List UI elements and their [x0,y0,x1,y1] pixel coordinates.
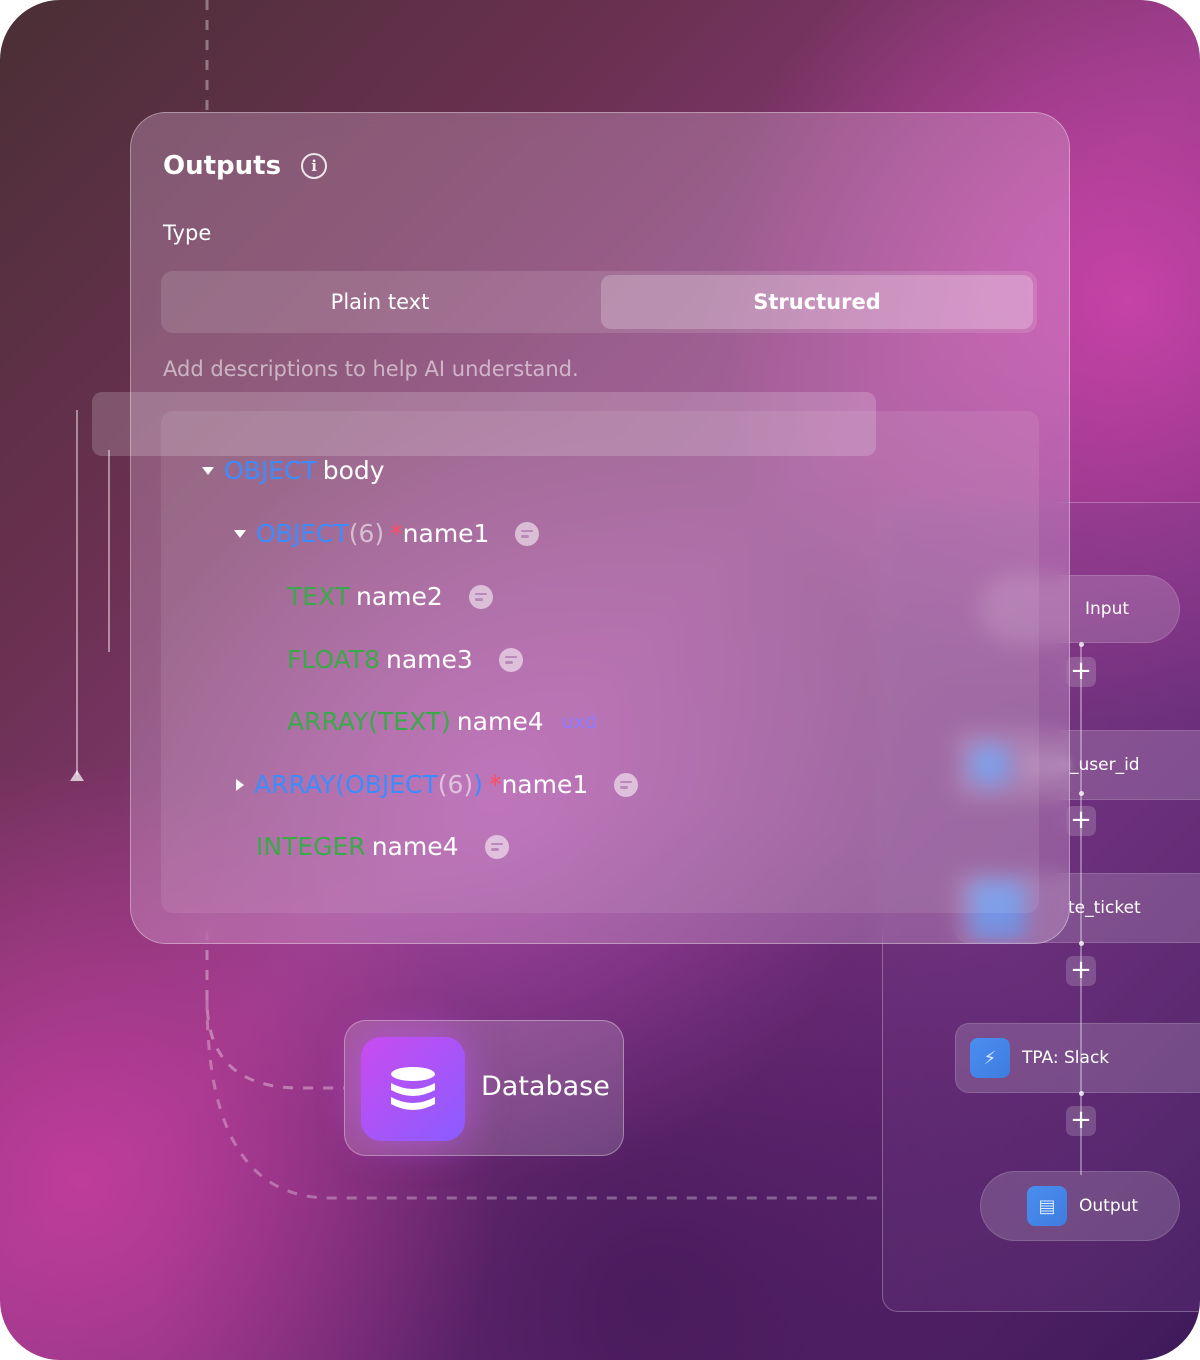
field-type: ARRAY(TEXT) [287,707,451,736]
database-node[interactable]: Database [344,1020,624,1156]
schema-row-name3[interactable]: FLOAT8 name3 [287,645,523,674]
type-option-structured[interactable]: Structured [601,275,1033,329]
tree-guide-line [108,450,110,652]
flow-node-label: _user_id [1070,755,1140,775]
output-icon: ▤ [1027,1186,1067,1226]
connector-dot [1079,1091,1084,1096]
schema-row-body[interactable]: OBJECT body [202,456,385,485]
chevron-down-icon[interactable] [202,466,214,475]
field-type: OBJECT [224,456,317,485]
flow-node-label: Output [1079,1196,1139,1216]
field-type: TEXT [287,582,351,611]
field-description: uxd [561,710,597,733]
arrowhead-icon [70,770,84,781]
field-name: name4 [371,832,459,861]
description-icon[interactable] [484,834,509,859]
flow-node-slack[interactable]: ⚡ TPA: Slack [955,1023,1200,1093]
field-name: name1 [501,770,589,799]
type-segmented-control: Plain text Structured [161,271,1037,333]
schema-row-name1[interactable]: OBJECT (6) * name1 [234,519,540,548]
field-type: FLOAT8 [287,645,380,674]
field-type: ARRAY(OBJECT [254,770,438,799]
field-count: (6) [437,770,474,799]
flow-node-output[interactable]: ▤ Output [980,1171,1180,1241]
plug-icon: ⚡ [970,1038,1010,1078]
field-name: name4 [456,707,544,736]
add-step-button[interactable]: + [1066,1106,1096,1136]
info-icon[interactable]: i [301,153,328,179]
schema-row-name4[interactable]: ARRAY(TEXT) name4 uxd [287,707,597,736]
flow-node-label: Input [1085,599,1130,619]
schema-row-integer-name4[interactable]: INTEGER name4 [256,832,509,861]
description-hint: Add descriptions to help AI understand. [163,357,579,381]
field-name: body [322,456,385,485]
required-marker: * [390,519,403,548]
card-header: Outputs i [163,151,328,181]
add-step-button[interactable]: + [1066,657,1096,687]
schema-row-name2[interactable]: TEXT name2 [287,582,493,611]
database-label: Database [481,1071,610,1102]
card-title: Outputs [163,151,282,181]
description-icon[interactable] [468,584,493,609]
required-marker: * [488,770,502,799]
chevron-right-icon[interactable] [236,778,244,791]
add-step-button[interactable]: + [1066,956,1096,986]
description-icon[interactable] [614,772,639,797]
field-count: (6) [348,519,385,548]
type-option-plain-text[interactable]: Plain text [165,275,595,329]
schema-row-array-name1[interactable]: ARRAY(OBJECT (6) ) * name1 [236,770,639,799]
field-name: name1 [402,519,490,548]
canvas-background: Input + _user_id + te_ticket + ⚡ TPA: Sl… [0,0,1200,1360]
flow-node-label: TPA: Slack [1022,1048,1110,1068]
flow-node-label: te_ticket [1068,898,1141,918]
tree-guide-line [76,410,78,775]
row-highlight [92,392,876,456]
connector-dot [1079,642,1084,647]
connector-dot [1079,941,1084,946]
connector-dot [1079,791,1084,796]
add-step-button[interactable]: + [1066,806,1096,836]
type-label: Type [163,221,212,245]
field-type-suffix: ) [473,770,483,799]
field-type: OBJECT [256,519,349,548]
description-icon[interactable] [515,521,540,546]
description-icon[interactable] [498,647,523,672]
field-type: INTEGER [256,832,366,861]
database-icon [361,1037,465,1141]
field-name: name2 [356,582,443,611]
field-name: name3 [386,645,473,674]
chevron-down-icon[interactable] [234,529,246,538]
